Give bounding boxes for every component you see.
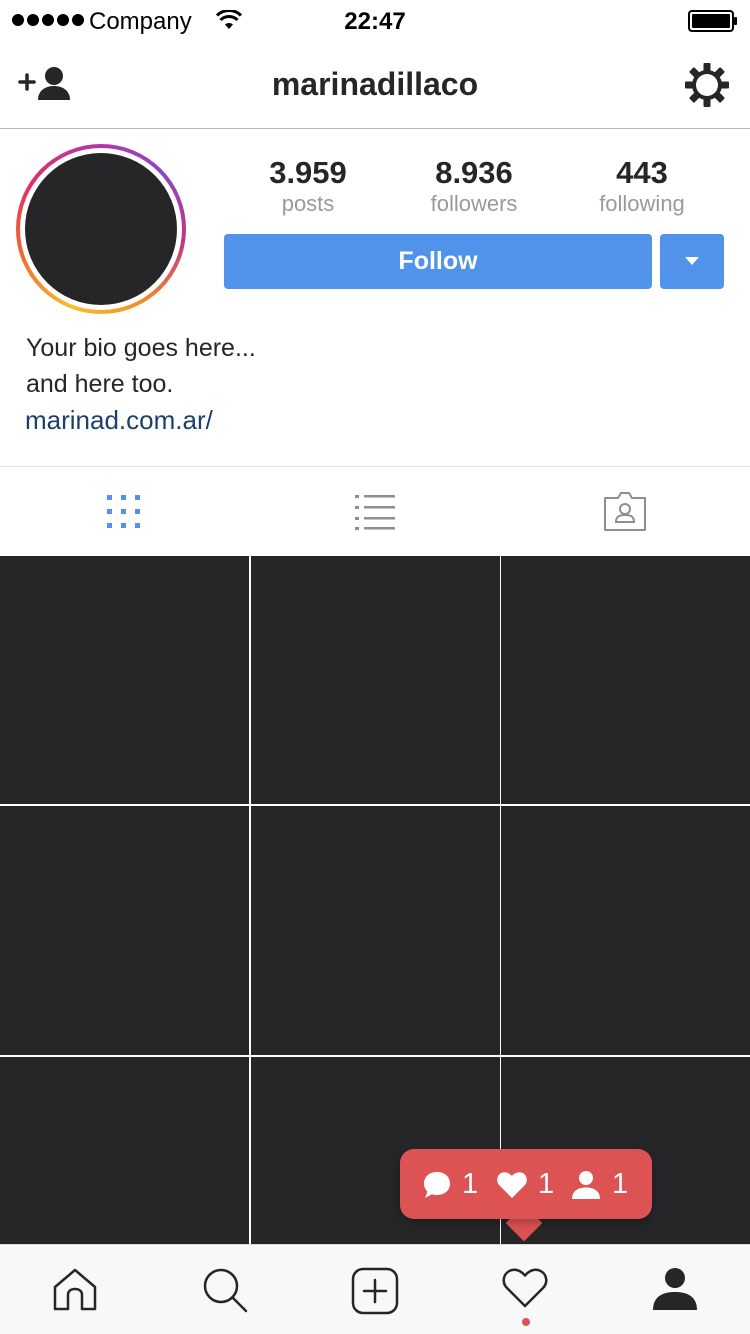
- heart-icon: [497, 1172, 527, 1198]
- caret-down-icon: [685, 257, 699, 265]
- stat-followers[interactable]: 8.936 followers: [389, 154, 559, 216]
- follow-button[interactable]: Follow: [224, 234, 652, 289]
- stat-label: posts: [281, 191, 335, 216]
- photo-thumbnail[interactable]: [0, 1057, 249, 1248]
- stat-value: 3.959: [269, 155, 347, 190]
- tab-profile[interactable]: [600, 1245, 750, 1334]
- photo-thumbnail[interactable]: [250, 556, 500, 804]
- nav-bar: marinadillaco: [0, 42, 750, 129]
- bio-line: and here too.: [26, 370, 174, 398]
- grid-view-icon: [107, 495, 140, 528]
- status-bar: Company 22:47: [0, 0, 750, 42]
- activity-indicator-dot: [522, 1318, 530, 1326]
- likes-count-value: 1: [538, 1168, 555, 1200]
- tab-search[interactable]: [150, 1245, 300, 1334]
- follows-count-value: 1: [612, 1168, 629, 1200]
- photo-thumbnail[interactable]: [0, 556, 249, 804]
- comment-icon: [424, 1172, 450, 1198]
- battery-icon: [688, 10, 737, 32]
- activity-heart-icon: [502, 1268, 548, 1308]
- stat-value: 8.936: [435, 155, 513, 190]
- comments-count-value: 1: [462, 1168, 479, 1200]
- photo-thumbnail[interactable]: [0, 806, 249, 1055]
- home-icon: [53, 1268, 97, 1311]
- photo-thumbnail[interactable]: [501, 556, 750, 804]
- avatar[interactable]: [25, 153, 177, 305]
- activity-notification-bubble[interactable]: 1 1 1: [400, 1149, 652, 1219]
- photo-thumbnail[interactable]: [501, 806, 750, 1055]
- stat-posts[interactable]: 3.959 posts: [223, 154, 393, 216]
- stat-label: followers: [430, 191, 518, 216]
- page-title: marinadillaco: [271, 66, 479, 102]
- list-view-icon: [355, 495, 395, 530]
- profile-link[interactable]: marinad.com.ar/: [25, 405, 213, 436]
- tab-tagged[interactable]: [500, 467, 750, 557]
- tab-list[interactable]: [250, 467, 500, 557]
- tab-home[interactable]: [0, 1245, 150, 1334]
- tab-add-post[interactable]: [300, 1245, 450, 1334]
- add-post-icon: [351, 1267, 399, 1315]
- follower-icon: [572, 1171, 600, 1199]
- stat-following[interactable]: 443 following: [557, 154, 727, 216]
- bio: Your bio goes here... and here too.: [26, 330, 256, 402]
- status-clock: 22:47: [344, 8, 406, 35]
- settings-gear-icon[interactable]: [684, 62, 730, 108]
- tab-grid[interactable]: [0, 467, 250, 557]
- stat-label: following: [599, 191, 685, 216]
- photo-thumbnail[interactable]: [250, 806, 500, 1055]
- view-tabs: [0, 466, 750, 556]
- suggestions-dropdown-button[interactable]: [660, 234, 724, 289]
- tagged-photos-icon: [604, 492, 646, 531]
- profile-icon: [653, 1268, 697, 1310]
- photo-grid: [0, 556, 750, 1248]
- bio-line: Your bio goes here...: [26, 334, 256, 362]
- bottom-tab-bar: [0, 1244, 750, 1334]
- search-icon: [203, 1268, 248, 1313]
- stat-value: 443: [616, 155, 668, 190]
